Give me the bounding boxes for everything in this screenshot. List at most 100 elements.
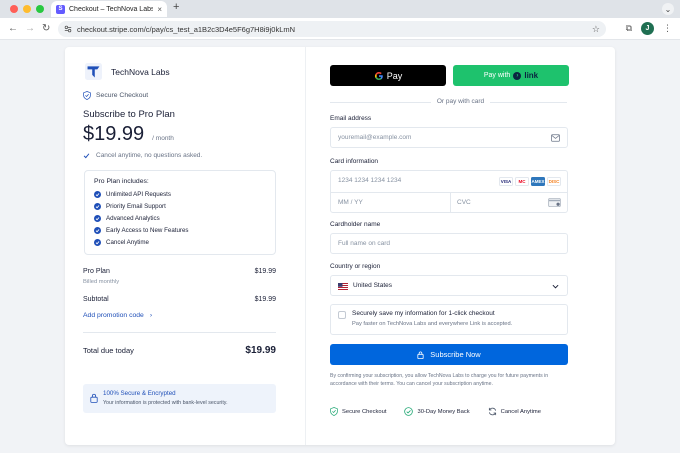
include-item-label: Unlimited API Requests <box>106 191 171 198</box>
subscribe-label: Subscribe Now <box>430 350 481 359</box>
country-label: Country or region <box>330 263 381 270</box>
close-window-button[interactable] <box>10 5 18 13</box>
include-item: Priority Email Support <box>94 203 166 210</box>
subtotal-row: Subtotal $19.99 <box>83 296 276 303</box>
google-pay-button[interactable]: Pay <box>330 65 446 86</box>
discover-icon: DISC <box>547 177 561 186</box>
promo-label: Add promotion code <box>83 312 144 319</box>
payment-form-panel: Pay Pay with › link Or pay with card Ema… <box>306 47 615 445</box>
email-label: Email address <box>330 115 372 122</box>
tab-title: Checkout – TechNova Labs <box>69 5 154 13</box>
security-notice: 100% Secure & Encrypted Your information… <box>83 384 276 413</box>
checkout-page: TechNova Labs Secure Checkout Subscribe … <box>65 47 615 445</box>
browser-tab-bar: S Checkout – TechNova Labs × + ⌄ <box>0 0 680 18</box>
link-logo-icon: › <box>513 71 522 80</box>
total-value: $19.99 <box>245 345 276 356</box>
card-col-divider <box>450 192 451 213</box>
forward-arrow-icon[interactable]: → <box>25 23 35 34</box>
line-item-row: Pro Plan $19.99 <box>83 268 276 275</box>
reload-icon[interactable]: ↻ <box>42 23 50 34</box>
badge-label: Secure Checkout <box>342 408 387 415</box>
new-tab-button[interactable]: + <box>173 1 179 13</box>
cvc-input[interactable]: CVC <box>457 199 471 206</box>
bookmark-star-icon[interactable]: ☆ <box>592 24 600 35</box>
google-g-icon <box>374 71 383 80</box>
include-item-label: Priority Email Support <box>106 203 166 210</box>
back-arrow-icon[interactable]: ← <box>8 23 18 34</box>
card-info-label: Card information <box>330 158 379 165</box>
browser-tab[interactable]: S Checkout – TechNova Labs × <box>51 1 167 17</box>
include-item-label: Advanced Analytics <box>106 215 160 222</box>
browser-toolbar: ← → ↻ checkout.stripe.com/c/pay/cs_test_… <box>0 18 680 40</box>
card-brands: VISA MC AMEX DISC <box>499 177 561 186</box>
subscribe-button[interactable]: Subscribe Now <box>330 344 568 365</box>
plan-title: Subscribe to Pro Plan <box>83 109 175 120</box>
browser-menu-icon[interactable]: ⋮ <box>663 23 672 34</box>
mail-icon <box>551 134 560 142</box>
check-icon <box>83 153 90 159</box>
brand-header: TechNova Labs <box>85 63 170 80</box>
save-info-subtitle: Pay faster on TechNova Labs and everywhe… <box>352 321 513 327</box>
cardholder-label: Cardholder name <box>330 221 381 228</box>
check-circle-icon <box>94 191 101 198</box>
or-text: Or pay with card <box>430 98 491 105</box>
cancel-note-text: Cancel anytime, no questions asked. <box>96 152 203 159</box>
lock-icon <box>90 393 98 403</box>
cardholder-name-field[interactable]: Full name on card <box>330 233 568 254</box>
us-flag-icon <box>338 283 348 290</box>
check-circle-icon <box>94 203 101 210</box>
card-number-input[interactable]: 1234 1234 1234 1234 <box>338 177 401 184</box>
mastercard-icon: MC <box>515 177 529 186</box>
billing-frequency: Billed monthly <box>83 279 120 285</box>
extensions-icon[interactable]: ⧉ <box>626 23 632 34</box>
line-item-label: Pro Plan <box>83 268 110 275</box>
email-field[interactable]: youremail@example.com <box>330 127 568 148</box>
google-pay-label: Pay <box>386 70 403 81</box>
check-circle-icon <box>94 215 101 222</box>
check-circle-icon <box>404 407 414 416</box>
tab-search-chevron-icon[interactable]: ⌄ <box>662 3 674 15</box>
cvc-card-icon <box>548 198 561 207</box>
subtotal-label: Subtotal <box>83 296 109 303</box>
card-info-group: 1234 1234 1234 1234 VISA MC AMEX DISC MM… <box>330 170 568 213</box>
line-item-value: $19.99 <box>254 268 276 275</box>
minimize-window-button[interactable] <box>23 5 31 13</box>
pay-with-link-button[interactable]: Pay with › link <box>453 65 569 86</box>
link-brand-label: link <box>524 71 539 80</box>
card-row-divider <box>331 192 567 193</box>
save-info-checkbox[interactable] <box>338 311 346 319</box>
maximize-window-button[interactable] <box>36 5 44 13</box>
lock-icon <box>417 351 424 359</box>
cardholder-placeholder: Full name on card <box>338 240 391 247</box>
summary-divider <box>83 332 276 333</box>
trust-badges: Secure Checkout 30-Day Money Back Cancel… <box>330 407 570 416</box>
tab-close-icon[interactable]: × <box>157 5 162 14</box>
or-divider: Or pay with card <box>306 98 615 105</box>
stripe-favicon-icon: S <box>56 4 65 14</box>
security-notice-title: 100% Secure & Encrypted <box>103 390 176 397</box>
site-info-icon[interactable] <box>64 25 72 33</box>
url-text: checkout.stripe.com/c/pay/cs_test_a1B2c3… <box>77 24 296 34</box>
plan-price: $19.99 / month <box>83 123 174 146</box>
cancel-note: Cancel anytime, no questions asked. <box>83 152 202 159</box>
order-summary-panel: TechNova Labs Secure Checkout Subscribe … <box>65 47 305 445</box>
badge-label: Cancel Anytime <box>500 408 541 415</box>
terms-text: By confirming your subscription, you all… <box>330 373 549 388</box>
save-info-title: Securely save my information for 1-click… <box>352 310 495 317</box>
shield-check-icon <box>83 91 91 100</box>
shield-check-icon <box>330 407 338 416</box>
country-select[interactable]: United States <box>330 275 568 296</box>
profile-avatar[interactable]: J <box>641 22 654 35</box>
includes-title: Pro Plan includes: <box>94 178 149 185</box>
include-item-label: Cancel Anytime <box>106 239 149 246</box>
window-controls <box>10 5 44 13</box>
expiry-input[interactable]: MM / YY <box>338 199 363 206</box>
add-promotion-code-link[interactable]: Add promotion code › <box>83 312 152 319</box>
secure-checkout-text: Secure Checkout <box>96 92 149 99</box>
price-value: $19.99 <box>83 123 145 145</box>
address-bar[interactable]: checkout.stripe.com/c/pay/cs_test_a1B2c3… <box>58 21 606 37</box>
email-placeholder: youremail@example.com <box>338 134 412 141</box>
security-notice-subtitle: Your information is protected with bank-… <box>103 400 228 406</box>
subtotal-value: $19.99 <box>254 296 276 303</box>
save-info-option[interactable]: Securely save my information for 1-click… <box>330 304 568 335</box>
